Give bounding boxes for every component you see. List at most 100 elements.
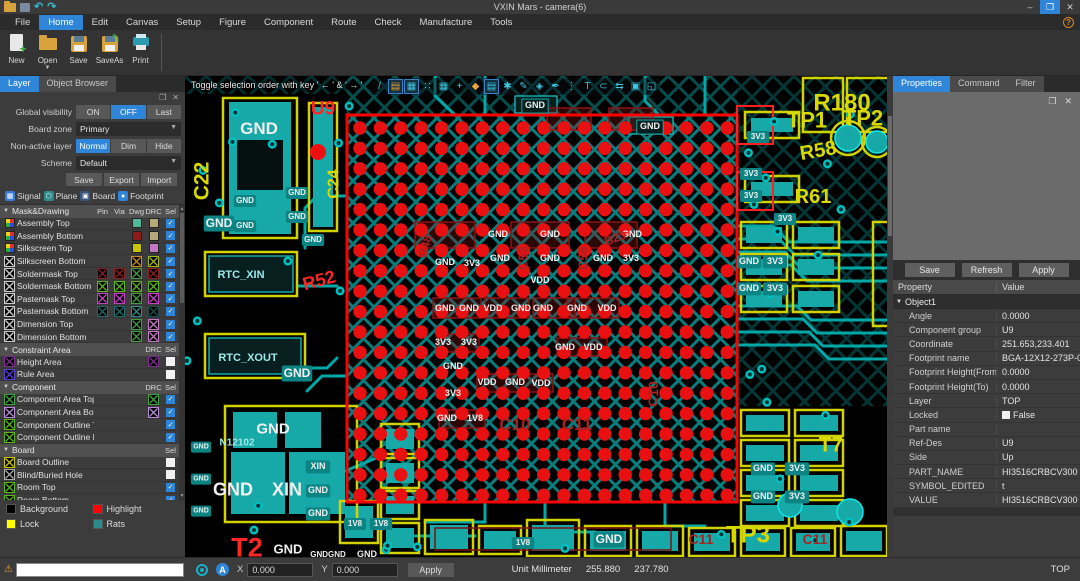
property-value[interactable]: HI3516CRBCV300 [997, 495, 1080, 505]
layer-row[interactable]: Rule Area [0, 368, 179, 382]
layer-row[interactable]: Component Area Top ✓ [0, 393, 179, 407]
export-scheme-button[interactable]: Export [103, 173, 140, 186]
pin-visibility-cell[interactable] [94, 268, 111, 280]
property-value[interactable]: HI3516CRBCV300 [997, 467, 1080, 477]
property-value[interactable]: 0.0000 [997, 311, 1080, 321]
apply-button[interactable]: Apply [407, 562, 454, 577]
close-button[interactable]: ✕ [1060, 0, 1080, 14]
shape-icon[interactable]: ◈ [532, 79, 547, 94]
layer-row[interactable]: Room Top ✓ [0, 481, 179, 495]
select-checkbox[interactable]: ✓ [162, 256, 179, 266]
absolute-coord-icon[interactable]: A [215, 563, 229, 576]
property-row[interactable]: Side Up [893, 451, 1080, 466]
property-row[interactable]: PART_NAME HI3516CRBCV300 [893, 465, 1080, 480]
option-hide[interactable]: Hide [146, 138, 181, 153]
list-icon[interactable]: ▤ [484, 79, 499, 94]
board-zone-select[interactable]: Primary ▼ [76, 121, 181, 136]
via-visibility-cell[interactable] [111, 280, 128, 292]
canvas-scrollbar[interactable] [887, 76, 893, 557]
menu-canvas[interactable]: Canvas [117, 15, 167, 30]
select-checkbox[interactable]: ✓ [162, 294, 179, 304]
apply-button[interactable]: Apply [1018, 263, 1069, 277]
float-panel-icon[interactable]: ❐ [1048, 96, 1056, 107]
edit-icon[interactable]: ✎ [516, 79, 531, 94]
option-dim[interactable]: Dim [111, 138, 146, 153]
open-button[interactable]: Open ▼ [33, 30, 62, 75]
layer-row[interactable]: Component Area Bottom ✓ [0, 406, 179, 419]
layer-row[interactable]: Pastemask Top ✓ [0, 293, 179, 306]
dot-grid-icon[interactable]: ∷ [420, 79, 435, 94]
drc-visibility-cell[interactable] [145, 255, 162, 267]
menu-manufacture[interactable]: Manufacture [410, 15, 481, 30]
text-icon[interactable]: T [580, 79, 595, 94]
origin-icon[interactable]: + [452, 79, 467, 94]
maximize-button[interactable]: ❐ [1040, 0, 1060, 14]
saveas-button[interactable]: ✎ SaveAs [95, 30, 124, 75]
dwg-visibility-cell[interactable] [128, 255, 145, 267]
select-checkbox[interactable]: ✓ [162, 243, 179, 253]
property-row[interactable]: Footprint Height(To) 0.0000 [893, 380, 1080, 395]
select-checkbox[interactable]: ✓ [162, 319, 179, 329]
select-checkbox[interactable]: ✓ [162, 218, 179, 228]
drc-visibility-cell[interactable] [145, 305, 162, 317]
object-group-row[interactable]: ▼ Object1 [893, 295, 1080, 309]
layer-row[interactable]: Room Bottom ✓ [0, 494, 179, 500]
layer-row[interactable]: Dimension Top ✓ [0, 318, 179, 331]
select-checkbox[interactable]: ✓ [162, 482, 179, 492]
layer-row[interactable]: Assembly Bottom ✓ [0, 230, 179, 243]
dwg-visibility-cell[interactable] [128, 331, 145, 343]
option-last[interactable]: Last [146, 104, 181, 119]
select-checkbox[interactable]: ✓ [162, 420, 179, 430]
menu-tools[interactable]: Tools [481, 15, 521, 30]
layer-row[interactable]: Silkscreen Bottom ✓ [0, 255, 179, 268]
layer-row[interactable]: Dimension Bottom ✓ [0, 330, 179, 344]
property-value[interactable]: TOP [997, 396, 1080, 406]
property-row[interactable]: Coordinate 251.653,233.401 [893, 337, 1080, 352]
dwg-visibility-cell[interactable] [128, 243, 145, 254]
property-row[interactable]: Ref-Des U9 [893, 437, 1080, 451]
close-panel-icon[interactable]: ✕ [172, 92, 179, 103]
filter-footprint[interactable]: ● Footprint [118, 191, 164, 201]
select-checkbox[interactable]: ✓ [162, 281, 179, 291]
select-checkbox[interactable]: ✓ [162, 407, 179, 417]
dwg-visibility-cell[interactable] [128, 318, 145, 330]
layer-row[interactable]: Component Outline Bottom ✓ [0, 431, 179, 444]
property-value[interactable]: BGA-12X12-273P-0_65 [997, 353, 1080, 363]
drc-visibility-cell[interactable] [145, 393, 162, 405]
locked-checkbox[interactable] [1002, 410, 1010, 419]
y-coordinate-input[interactable]: 0.000 [331, 562, 398, 577]
property-row[interactable]: Part name [893, 423, 1080, 437]
drc-visibility-cell[interactable] [145, 356, 162, 368]
property-row[interactable]: VALUE HI3516CRBCV300 [893, 493, 1080, 508]
via-visibility-cell[interactable] [111, 268, 128, 280]
pin-visibility-cell[interactable] [94, 293, 111, 305]
select-checkbox[interactable] [162, 470, 179, 480]
help-icon[interactable]: ? [1063, 16, 1074, 28]
select-checkbox[interactable]: ✓ [162, 231, 179, 241]
layer-row[interactable]: Board Outline [0, 456, 179, 470]
dwg-visibility-cell[interactable] [128, 280, 145, 292]
select-checkbox[interactable] [162, 457, 179, 467]
option-normal[interactable]: Normal [76, 138, 111, 153]
nodes-icon[interactable]: ⋮ [564, 79, 579, 94]
pen-icon[interactable]: ✒ [548, 79, 563, 94]
menu-home[interactable]: Home [39, 14, 83, 30]
drc-visibility-cell[interactable] [145, 268, 162, 280]
layer-row[interactable]: Silkscreen Top ✓ [0, 242, 179, 256]
menu-component[interactable]: Component [255, 15, 322, 30]
select-checkbox[interactable]: ✓ [162, 306, 179, 316]
dwg-visibility-cell[interactable] [128, 230, 145, 241]
menu-edit[interactable]: Edit [83, 15, 117, 30]
select-checkbox[interactable] [162, 357, 179, 367]
filter-signal[interactable]: ▦ Signal [5, 191, 41, 201]
target-icon[interactable] [195, 563, 208, 576]
scheme-select[interactable]: Default ▼ [76, 155, 181, 170]
window-icon[interactable]: ◱ [644, 79, 659, 94]
drc-visibility-cell[interactable] [145, 293, 162, 305]
collapse-icon[interactable]: ▼ [896, 299, 902, 305]
drc-visibility-cell[interactable] [145, 318, 162, 330]
tab-layer[interactable]: Layer [0, 76, 39, 92]
select-checkbox[interactable]: ✓ [162, 394, 179, 404]
tab-filter[interactable]: Filter [1007, 76, 1044, 92]
property-value[interactable]: 0.0000 [997, 382, 1080, 392]
